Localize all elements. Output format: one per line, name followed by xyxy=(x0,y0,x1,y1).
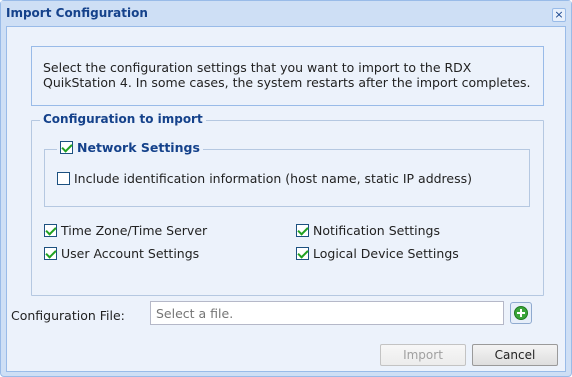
network-settings-checkbox[interactable] xyxy=(60,141,73,154)
notification-label: Notification Settings xyxy=(313,223,440,238)
intro-panel: Select the configuration settings that y… xyxy=(31,46,544,106)
notification-checkbox[interactable] xyxy=(296,224,309,237)
option-time-zone: Time Zone/Time Server xyxy=(44,223,207,238)
network-settings-fieldset: Network Settings Include identification … xyxy=(44,140,530,207)
include-identification-label: Include identification information (host… xyxy=(74,171,473,186)
configuration-file-input[interactable] xyxy=(150,301,504,325)
option-logical-device: Logical Device Settings xyxy=(296,246,459,261)
time-zone-label: Time Zone/Time Server xyxy=(61,223,208,238)
network-settings-legend: Network Settings xyxy=(57,140,203,155)
configuration-file-label: Configuration File: xyxy=(11,308,125,323)
include-identification-row: Include identification information (host… xyxy=(57,171,472,186)
import-button[interactable]: Import xyxy=(380,344,466,366)
user-account-label: User Account Settings xyxy=(61,246,200,261)
import-configuration-dialog: Import Configuration × Select the config… xyxy=(0,0,572,377)
close-icon[interactable]: × xyxy=(552,8,566,22)
logical-device-label: Logical Device Settings xyxy=(313,246,459,261)
user-account-checkbox[interactable] xyxy=(44,247,57,260)
dialog-title: Import Configuration xyxy=(6,6,148,20)
logical-device-checkbox[interactable] xyxy=(296,247,309,260)
time-zone-checkbox[interactable] xyxy=(44,224,57,237)
include-identification-checkbox[interactable] xyxy=(57,172,70,185)
intro-text: Select the configuration settings that y… xyxy=(43,60,531,90)
configuration-to-import-fieldset: Configuration to import Network Settings… xyxy=(31,112,544,296)
plus-circle-icon xyxy=(514,306,528,320)
option-notification: Notification Settings xyxy=(296,223,440,238)
dialog-body: Select the configuration settings that y… xyxy=(6,26,566,372)
network-settings-label: Network Settings xyxy=(77,140,200,155)
option-user-account: User Account Settings xyxy=(44,246,199,261)
configuration-to-import-legend: Configuration to import xyxy=(40,112,206,126)
add-file-button[interactable] xyxy=(510,302,532,324)
dialog-titlebar[interactable]: Import Configuration × xyxy=(1,1,571,26)
cancel-button[interactable]: Cancel xyxy=(472,344,558,366)
